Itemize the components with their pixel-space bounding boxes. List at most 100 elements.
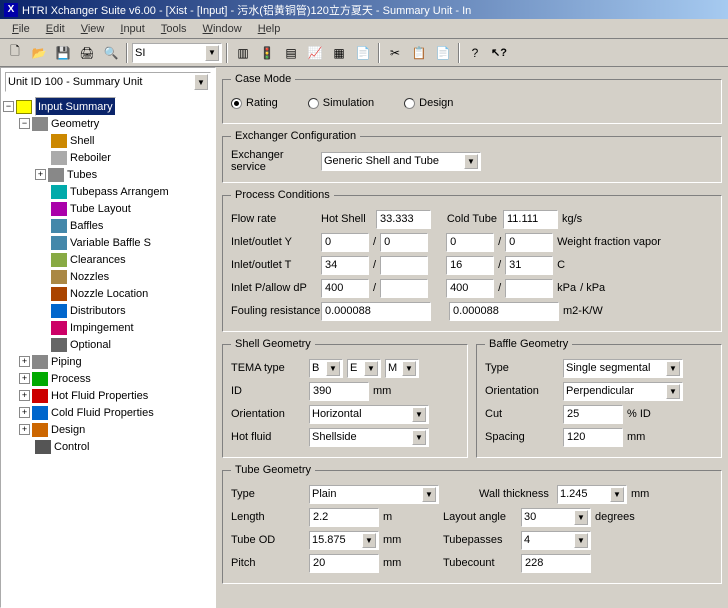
radio-simulation[interactable]: Simulation [308,97,374,109]
save-icon[interactable]: 💾 [52,42,74,64]
expand-icon[interactable]: + [35,169,46,180]
tool-icon[interactable]: ▤ [280,42,302,64]
tree-design[interactable]: Design [51,424,85,436]
menu-input[interactable]: Input [112,21,152,37]
p3-input[interactable] [446,279,494,298]
menu-bar: File Edit View Input Tools Window Help [0,19,728,39]
open-icon[interactable]: 📂 [28,42,50,64]
length-input[interactable] [309,508,379,527]
p2-input[interactable] [380,279,428,298]
menu-edit[interactable]: Edit [38,21,73,37]
y3-input[interactable] [446,233,494,252]
expand-icon[interactable]: + [19,424,30,435]
t1-input[interactable] [321,256,369,275]
tree-nozzleloc[interactable]: Nozzle Location [70,288,148,300]
p1-input[interactable] [321,279,369,298]
chart-icon[interactable]: 📈 [304,42,326,64]
tree-hotfluid[interactable]: Hot Fluid Properties [51,390,148,402]
radio-rating[interactable]: Rating [231,97,278,109]
new-icon[interactable]: 🗋 [4,42,26,64]
tree-piping[interactable]: Piping [51,356,82,368]
t4-input[interactable] [505,256,553,275]
angle-select[interactable]: 30▼ [521,508,591,527]
tree-input-summary[interactable]: Input Summary [35,97,116,116]
chevron-down-icon: ▼ [464,154,478,169]
design-icon [32,423,48,437]
m2kw-label: m2-K/W [563,305,603,317]
chevron-down-icon: ▼ [205,45,219,61]
wall-select[interactable]: 1.245▼ [557,485,627,504]
traffic-icon[interactable]: 🚦 [256,42,278,64]
expand-icon[interactable]: + [19,356,30,367]
tree-distributors[interactable]: Distributors [70,305,126,317]
help-icon[interactable]: ? [464,42,486,64]
tree-nozzles[interactable]: Nozzles [70,271,109,283]
copy-icon[interactable]: 📋 [408,42,430,64]
t3-input[interactable] [446,256,494,275]
tree-reboiler[interactable]: Reboiler [70,152,111,164]
tema-m-select[interactable]: M▼ [385,359,419,378]
search-icon[interactable]: 🔍 [100,42,122,64]
ttype-select[interactable]: Plain▼ [309,485,439,504]
spacing-input[interactable] [563,428,623,447]
radio-design[interactable]: Design [404,97,453,109]
pitch-input[interactable] [309,554,379,573]
y2-input[interactable] [380,233,428,252]
collapse-icon[interactable]: − [19,118,30,129]
od-select[interactable]: 15.875▼ [309,531,379,550]
tree-control[interactable]: Control [54,441,89,453]
print-icon[interactable]: 🖨 [76,42,98,64]
passes-select[interactable]: 4▼ [521,531,591,550]
tree-layout[interactable]: Tube Layout [70,203,131,215]
cut-label: Cut [485,408,563,420]
menu-help[interactable]: Help [250,21,289,37]
btype-select[interactable]: Single segmental▼ [563,359,683,378]
borient-select[interactable]: Perpendicular▼ [563,382,683,401]
units-combo[interactable]: SI▼ [132,43,222,63]
tree-varbaffle[interactable]: Variable Baffle S [70,237,151,249]
tree-coldfluid[interactable]: Cold Fluid Properties [51,407,154,419]
tree-impingement[interactable]: Impingement [70,322,134,334]
menu-view[interactable]: View [73,21,113,37]
count-input[interactable] [521,554,591,573]
y4-input[interactable] [505,233,553,252]
case-mode-group: Case Mode Rating Simulation Design [222,73,722,124]
menu-file[interactable]: File [4,21,38,37]
tree-shell[interactable]: Shell [70,135,94,147]
tree-clearances[interactable]: Clearances [70,254,126,266]
kgs-label: kg/s [562,213,582,225]
tree-process[interactable]: Process [51,373,91,385]
tree-optional[interactable]: Optional [70,339,111,351]
collapse-icon[interactable]: − [3,101,14,112]
expand-icon[interactable]: + [19,373,30,384]
menu-tools[interactable]: Tools [153,21,195,37]
p4-input[interactable] [505,279,553,298]
tema-b-select[interactable]: B▼ [309,359,343,378]
service-select[interactable]: Generic Shell and Tube▼ [321,152,481,171]
grid-icon[interactable]: ▦ [328,42,350,64]
cut-icon[interactable]: ✂ [384,42,406,64]
paste-icon[interactable]: 📄 [432,42,454,64]
menu-window[interactable]: Window [195,21,250,37]
tree-tubes[interactable]: Tubes [67,169,97,181]
tree-geometry[interactable]: Geometry [51,118,99,130]
unit-combo[interactable]: Unit ID 100 - Summary Unit▼ [5,72,211,92]
tree-tubepass[interactable]: Tubepass Arrangem [70,186,169,198]
orient-select[interactable]: Horizontal▼ [309,405,429,424]
panel-icon[interactable]: ▥ [232,42,254,64]
hot-select[interactable]: Shellside▼ [309,428,429,447]
tema-e-select[interactable]: E▼ [347,359,381,378]
id-input[interactable] [309,382,369,401]
f2-input[interactable] [449,302,559,321]
cut-input[interactable] [563,405,623,424]
expand-icon[interactable]: + [19,390,30,401]
tree-baffles[interactable]: Baffles [70,220,103,232]
expand-icon[interactable]: + [19,407,30,418]
whatsthis-icon[interactable]: ↖? [488,42,510,64]
hot-flow-input[interactable] [376,210,431,229]
t2-input[interactable] [380,256,428,275]
f1-input[interactable] [321,302,431,321]
y1-input[interactable] [321,233,369,252]
doc-icon[interactable]: 📄 [352,42,374,64]
cold-flow-input[interactable] [503,210,558,229]
